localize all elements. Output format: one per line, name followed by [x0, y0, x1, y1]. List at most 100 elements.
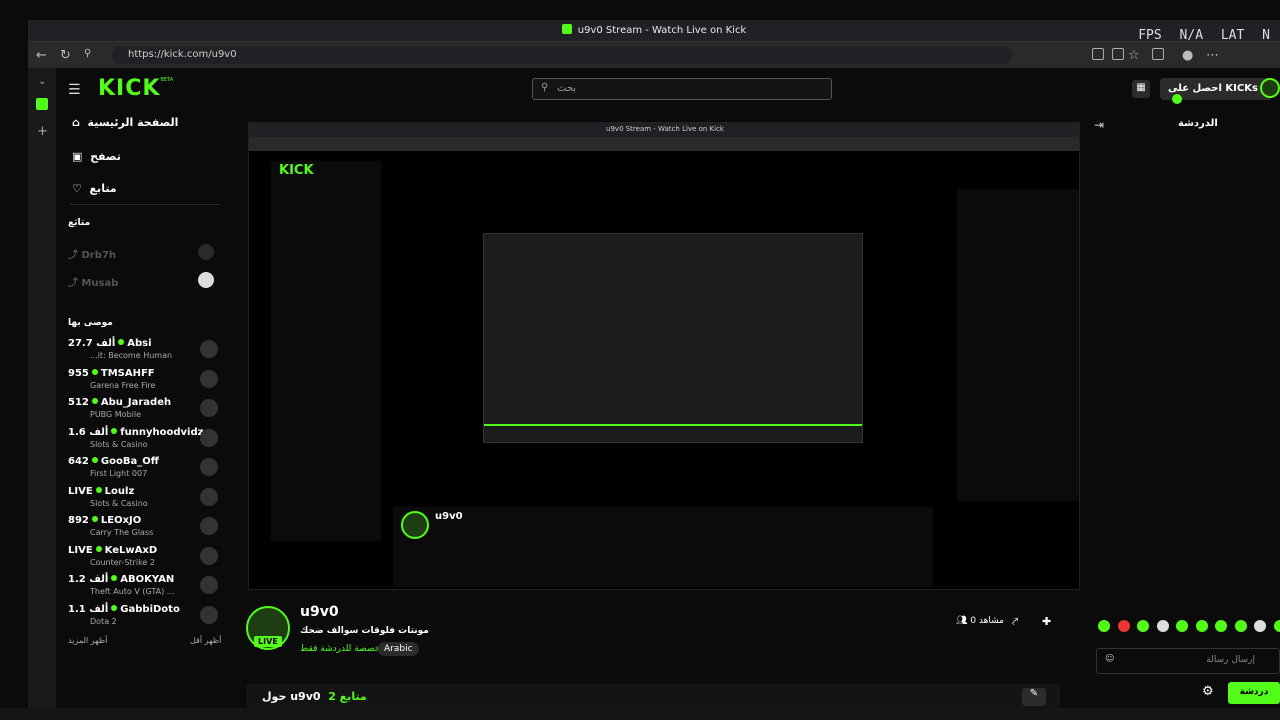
emote-icon[interactable] — [1234, 620, 1247, 632]
recommended-channel[interactable]: 642 GooBa_Off First Light 007 — [68, 456, 218, 484]
browse-icon: ▣ — [72, 150, 83, 163]
nested-address-bar — [249, 137, 1079, 151]
extension-icon[interactable] — [1112, 48, 1124, 60]
stream-video[interactable]: u9v0 Stream - Watch Live on Kick KICK u9… — [248, 122, 1080, 590]
recommended-channel[interactable]: 892 LEOxJO Carry The Glass — [68, 515, 218, 543]
address-bar: ← ↻ ⚲ https://kick.com/u9v0 ☆ ● ⋯ — [28, 42, 1280, 68]
chat-settings-gear-icon[interactable]: ⚙ — [1202, 684, 1214, 699]
os-taskbar — [0, 708, 1280, 720]
translate-icon[interactable] — [1092, 48, 1104, 60]
avatar — [200, 517, 218, 535]
about-panel: حول u9v0 2 متابع ✎ — [246, 684, 1060, 708]
bookmark-star-icon[interactable]: ☆ — [1128, 48, 1140, 63]
recommended-channel[interactable]: LIVE Loulz Slots & Casino — [68, 486, 218, 514]
tab-title: u9v0 Stream - Watch Live on Kick — [577, 25, 747, 36]
channel-name[interactable]: u9v0 — [300, 604, 339, 620]
emote-icon[interactable] — [1098, 620, 1110, 632]
follow-icon[interactable]: ✚ — [1042, 615, 1051, 628]
channel-category: Dota 2 — [90, 616, 117, 626]
tag-chat-only[interactable]: مخصصة للدردشة فقط — [300, 644, 385, 654]
performance-hud: FPS N/A LAT N — [1138, 28, 1280, 43]
recommended-channel[interactable]: 955 TMSAHFF Garena Free Fire — [68, 368, 218, 396]
recommended-channel[interactable]: 27.7 ألف Absi ...it: Become Human — [68, 338, 218, 366]
kick-tab-icon[interactable] — [36, 98, 48, 110]
channel-category: Theft Auto V (GTA) ... — [90, 587, 175, 596]
live-badge: LIVE — [254, 636, 282, 647]
collapse-chat-icon[interactable]: ⇥ — [1094, 118, 1104, 132]
channel-name: funnyhoodvidz — [120, 426, 204, 438]
add-tab-icon[interactable]: + — [37, 124, 48, 139]
emote-icon[interactable] — [1176, 620, 1188, 632]
site-info-icon[interactable]: ⚲ — [84, 48, 91, 59]
chevron-down-icon[interactable]: ⌄ — [38, 76, 46, 87]
user-avatar[interactable] — [1260, 78, 1280, 98]
avatar — [200, 546, 218, 565]
chat-input[interactable]: ☺ إرسال رسالة — [1096, 648, 1280, 674]
viewer-count: 955 — [68, 367, 89, 379]
kick-logo[interactable]: KICKBETA — [98, 76, 173, 101]
nav-browse[interactable]: ▣ تصفح — [72, 150, 121, 163]
avatar — [200, 428, 218, 447]
recommended-channel[interactable]: 1.1 ألف GabbiDoto Dota 2 — [68, 604, 218, 632]
channel-name: Loulz — [104, 485, 135, 497]
recommended-channel[interactable]: 512 Abu_Jaradeh PUBG Mobile — [68, 397, 218, 425]
reload-icon[interactable]: ↻ — [60, 48, 71, 63]
menu-dots-icon[interactable]: ⋯ — [1206, 48, 1219, 63]
recommended-channel[interactable]: 1.6 ألف funnyhoodvidz Slots & Casino — [68, 427, 218, 455]
url-field[interactable]: https://kick.com/u9v0 — [112, 46, 1012, 64]
recommended-header: موصى بها — [68, 318, 113, 328]
live-dot-icon — [118, 339, 125, 345]
avatar — [200, 458, 218, 476]
viewer-count: LIVE — [68, 485, 93, 497]
viewer-count: 512 — [68, 397, 89, 408]
tag-language[interactable]: Arabic — [378, 642, 419, 656]
channel-category: Slots & Casino — [90, 439, 148, 449]
puzzle-icon[interactable] — [1152, 48, 1164, 60]
stream-title: مونتات فلوقات سوالف ضحك — [300, 626, 429, 636]
hamburger-menu-icon[interactable]: ☰ — [68, 82, 81, 98]
emote-icon[interactable] — [1117, 620, 1130, 632]
channel-info: LIVE u9v0 مونتات فلوقات سوالف ضحك مخصصة … — [246, 598, 1080, 708]
viewer-count: 27.7 ألف — [68, 338, 116, 349]
emote-icon[interactable] — [1215, 620, 1227, 632]
recommended-channel[interactable]: LIVE KeLwAxD Counter-Strike 2 — [68, 545, 218, 573]
show-less-link[interactable]: أظهر أقل — [190, 636, 221, 645]
nav-home[interactable]: ⌂ الصفحة الرئيسية — [72, 116, 178, 129]
emote-icon[interactable] — [1137, 620, 1149, 632]
nav-following[interactable]: ♡ متابع — [72, 182, 117, 195]
avatar — [200, 369, 218, 388]
channel-name: TMSAHFF — [100, 367, 155, 379]
get-kicks-button[interactable]: احصل على KICKs — [1160, 78, 1272, 104]
avatar — [198, 272, 214, 288]
kick-sidebar: ☰ KICKBETA ⌂ الصفحة الرئيسية ▣ تصفح ♡ مت… — [58, 68, 228, 708]
live-dot-icon — [91, 516, 98, 522]
live-dot-icon — [111, 604, 118, 611]
nested-chat — [957, 189, 1079, 501]
profile-avatar-icon[interactable]: ● — [1182, 48, 1193, 63]
following-item[interactable]: ⤴ Drb7h — [68, 246, 116, 261]
avatar — [200, 487, 218, 506]
avatar — [200, 576, 218, 594]
chat-send-button[interactable]: دردشة — [1228, 682, 1280, 704]
hud-fps-value: N/A — [1179, 28, 1204, 43]
search-input[interactable]: ⚲ بحث — [532, 78, 832, 100]
emote-icon[interactable] — [1254, 620, 1266, 632]
recommended-channel[interactable]: 1.2 ألف ABOKYAN Theft Auto V (GTA) ... — [68, 574, 218, 602]
emoji-icon: ☺ — [1105, 654, 1115, 664]
following-item[interactable]: ⤴ Musab — [68, 274, 118, 289]
show-more-link[interactable]: أظهر المزيد — [68, 636, 107, 645]
edit-pencil-icon[interactable]: ✎ — [1022, 688, 1046, 706]
emote-icon[interactable] — [1156, 620, 1169, 632]
layout-icon[interactable]: ▦ — [1132, 80, 1150, 98]
viewer-count: 642 — [68, 456, 89, 467]
live-dot-icon — [91, 457, 98, 463]
search-icon: ⚲ — [541, 82, 549, 93]
share-icon[interactable]: ⤤ — [1012, 615, 1018, 629]
emote-icon[interactable] — [1195, 620, 1208, 632]
back-icon[interactable]: ← — [36, 48, 47, 63]
kick-favicon-icon — [561, 24, 572, 34]
divider — [70, 204, 220, 205]
viewer-count: 1.1 ألف — [68, 603, 109, 615]
browser-tab[interactable]: u9v0 Stream - Watch Live on Kick — [28, 24, 1280, 36]
browser-tab-bar: u9v0 Stream - Watch Live on Kick — [28, 20, 1280, 42]
